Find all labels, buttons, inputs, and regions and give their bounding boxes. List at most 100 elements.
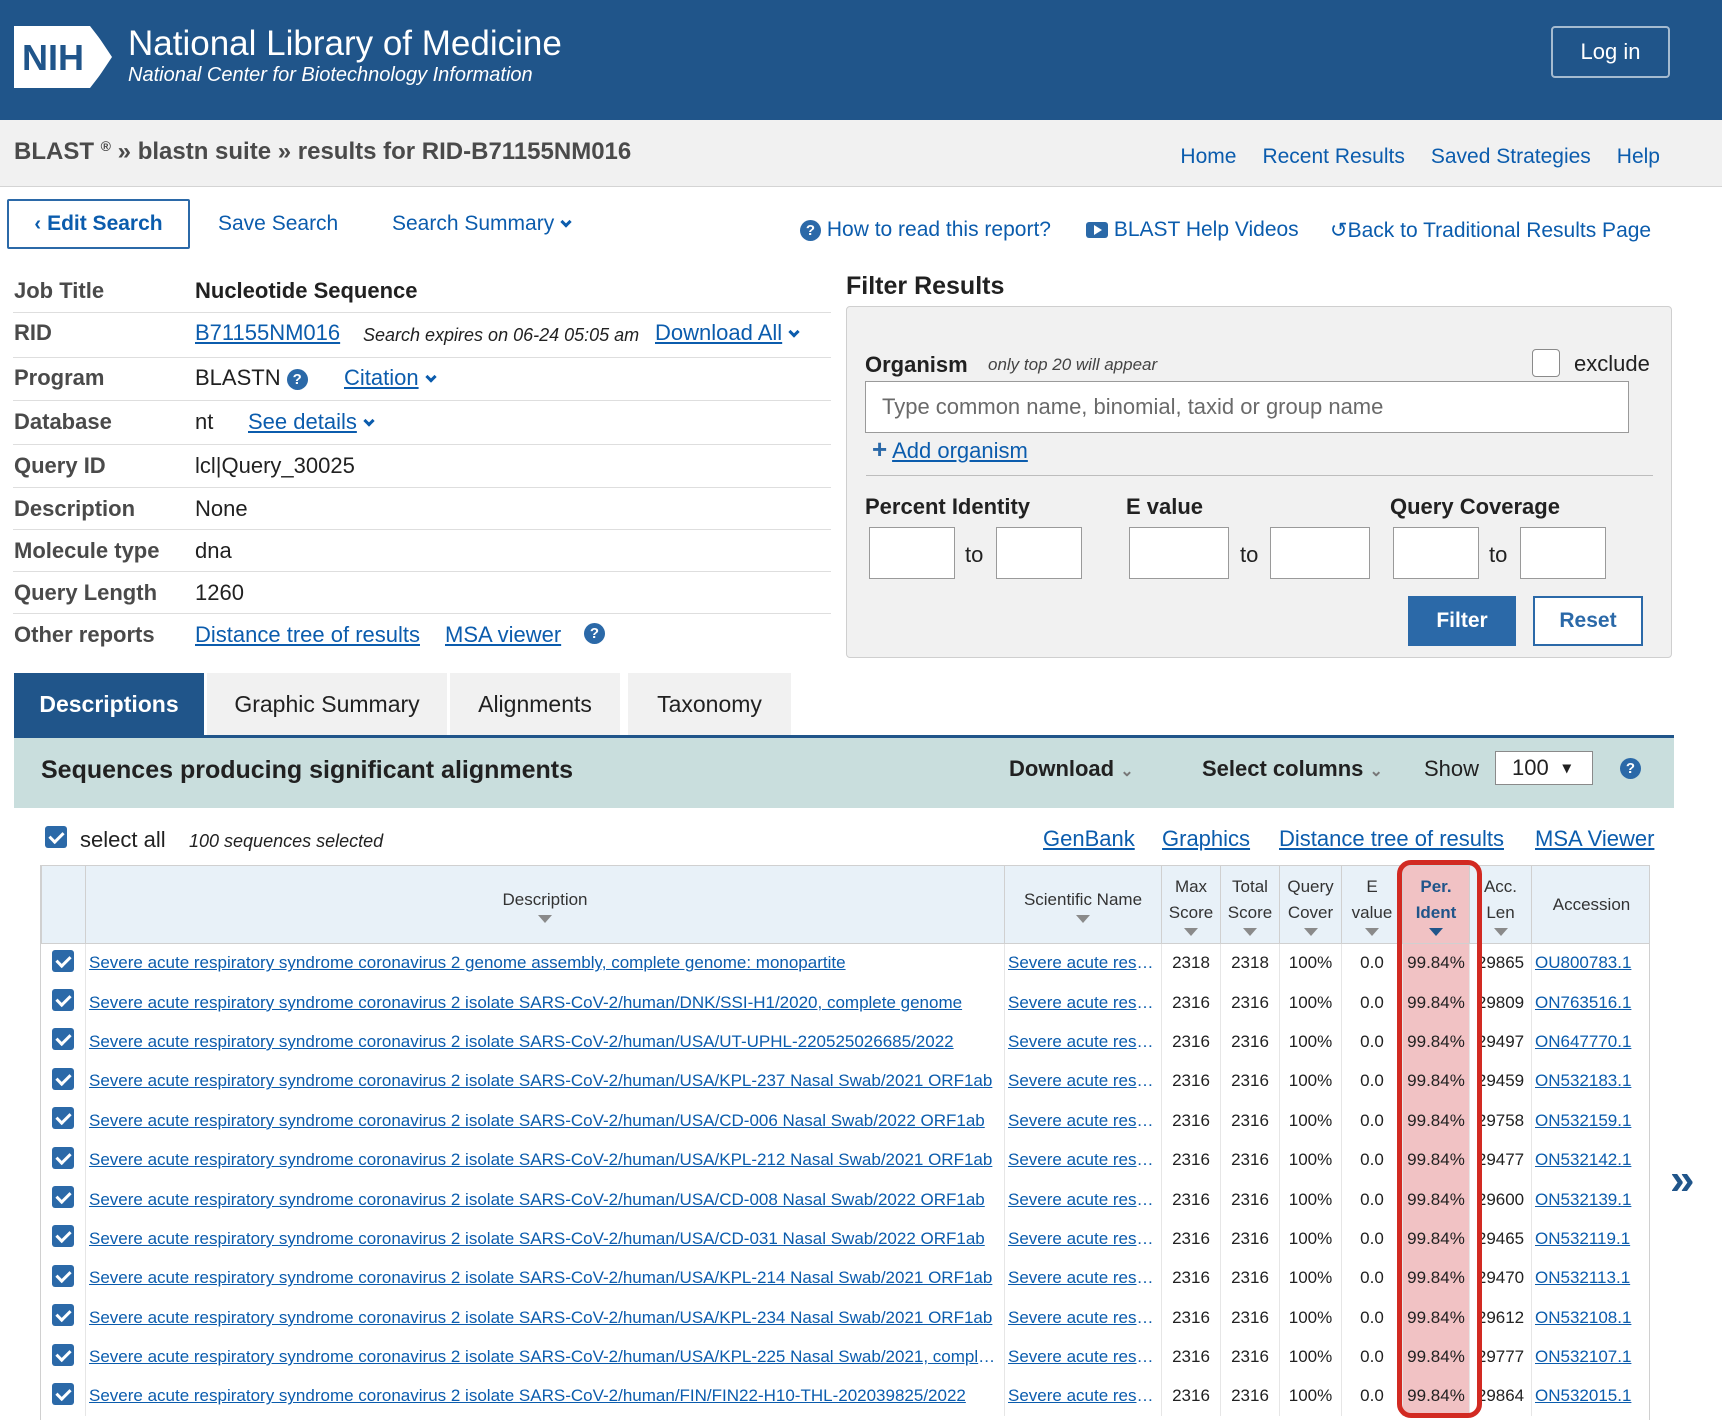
distance-tree-results-link[interactable]: Distance tree of results bbox=[1279, 826, 1504, 852]
percent-identity-min-input[interactable] bbox=[869, 527, 955, 579]
download-dropdown[interactable]: Download ⌄ bbox=[1009, 756, 1134, 782]
cell-accession-link[interactable]: OU800783.1 bbox=[1531, 943, 1649, 983]
cell-accession-link[interactable]: ON532159.1 bbox=[1531, 1101, 1649, 1141]
breadcrumb-blast[interactable]: BLAST bbox=[14, 138, 94, 165]
question-icon[interactable]: ? bbox=[286, 368, 308, 390]
add-organism-link[interactable]: + Add organism bbox=[872, 434, 1028, 465]
cell-select[interactable] bbox=[41, 1337, 86, 1377]
column-header-total-score[interactable]: Total Score bbox=[1220, 865, 1280, 944]
cell-description-link[interactable]: Severe acute respiratory syndrome corona… bbox=[85, 1337, 1005, 1377]
citation-dropdown[interactable]: Citation bbox=[344, 365, 437, 391]
cell-accession-link[interactable]: ON532107.1 bbox=[1531, 1337, 1649, 1377]
cell-scientific-name-link[interactable]: Severe acute respiratory syndrome corona… bbox=[1004, 1101, 1162, 1141]
nav-recent-results[interactable]: Recent Results bbox=[1262, 145, 1404, 169]
row-checkbox[interactable] bbox=[52, 989, 75, 1012]
cell-scientific-name-link[interactable]: Severe acute respiratory syndrome corona… bbox=[1004, 982, 1162, 1023]
nav-saved-strategies[interactable]: Saved Strategies bbox=[1431, 145, 1591, 169]
row-checkbox[interactable] bbox=[52, 1382, 75, 1405]
cell-accession-link[interactable]: ON532142.1 bbox=[1531, 1140, 1649, 1180]
column-header-scientific-name[interactable]: Scientific Name bbox=[1004, 865, 1162, 944]
cell-accession-link[interactable]: ON532183.1 bbox=[1531, 1061, 1649, 1102]
column-header-evalue[interactable]: Evalue bbox=[1341, 865, 1403, 944]
cell-description-link[interactable]: Severe acute respiratory syndrome corona… bbox=[85, 982, 1005, 1023]
row-checkbox[interactable] bbox=[52, 1107, 75, 1130]
row-checkbox[interactable] bbox=[52, 1264, 75, 1287]
cell-description-link[interactable]: Severe acute respiratory syndrome corona… bbox=[85, 943, 1005, 983]
help-videos-link[interactable]: BLAST Help Videos bbox=[1086, 218, 1299, 242]
cell-scientific-name-link[interactable]: Severe acute respiratory syndrome corona… bbox=[1004, 1219, 1162, 1259]
back-traditional-link[interactable]: ↺Back to Traditional Results Page bbox=[1330, 218, 1651, 243]
see-details-dropdown[interactable]: See details bbox=[248, 409, 375, 435]
rid-link[interactable]: B71155NM016 bbox=[195, 320, 340, 346]
row-checkbox[interactable] bbox=[52, 1186, 75, 1209]
cell-description-link[interactable]: Severe acute respiratory syndrome corona… bbox=[85, 1179, 1005, 1220]
column-header-accession[interactable]: Accession bbox=[1531, 865, 1649, 944]
cell-select[interactable] bbox=[41, 1298, 86, 1338]
select-all-checkbox[interactable] bbox=[45, 826, 67, 853]
cell-select[interactable] bbox=[41, 943, 86, 983]
column-header-description[interactable]: Description bbox=[85, 865, 1005, 944]
show-count-select[interactable]: 100 ▾ bbox=[1495, 751, 1593, 785]
cell-accession-link[interactable]: ON647770.1 bbox=[1531, 1022, 1649, 1062]
exclude-checkbox[interactable] bbox=[1532, 349, 1560, 377]
cell-scientific-name-link[interactable]: Severe acute respiratory syndrome corona… bbox=[1004, 1376, 1162, 1417]
cell-accession-link[interactable]: ON532108.1 bbox=[1531, 1298, 1649, 1338]
cell-scientific-name-link[interactable]: Severe acute respiratory syndrome corona… bbox=[1004, 1337, 1162, 1377]
query-coverage-max-input[interactable] bbox=[1520, 527, 1606, 579]
evalue-min-input[interactable] bbox=[1129, 527, 1229, 579]
tab-descriptions[interactable]: Descriptions bbox=[14, 673, 204, 735]
row-checkbox[interactable] bbox=[52, 1067, 75, 1090]
breadcrumb-suite[interactable]: blastn suite bbox=[138, 138, 271, 165]
download-all-dropdown[interactable]: Download All bbox=[655, 320, 800, 346]
cell-select[interactable] bbox=[41, 1258, 86, 1299]
row-checkbox[interactable] bbox=[52, 1146, 75, 1169]
save-search-link[interactable]: Save Search bbox=[218, 212, 338, 236]
how-to-read-link[interactable]: ? How to read this report? bbox=[800, 218, 1051, 242]
filter-button[interactable]: Filter bbox=[1408, 596, 1516, 646]
select-columns-dropdown[interactable]: Select columns ⌄ bbox=[1202, 756, 1383, 782]
msa-viewer-results-link[interactable]: MSA Viewer bbox=[1535, 826, 1654, 852]
cell-select[interactable] bbox=[41, 1219, 86, 1259]
next-page-icon[interactable]: » bbox=[1670, 1155, 1694, 1205]
cell-select[interactable] bbox=[41, 1179, 86, 1220]
row-checkbox[interactable] bbox=[52, 1304, 75, 1327]
distance-tree-link[interactable]: Distance tree of results bbox=[195, 622, 420, 648]
cell-description-link[interactable]: Severe acute respiratory syndrome corona… bbox=[85, 1140, 1005, 1180]
cell-scientific-name-link[interactable]: Severe acute respiratory syndrome corona… bbox=[1004, 1179, 1162, 1220]
tab-alignments[interactable]: Alignments bbox=[450, 673, 620, 735]
cell-accession-link[interactable]: ON532139.1 bbox=[1531, 1179, 1649, 1220]
row-checkbox[interactable] bbox=[52, 1028, 75, 1051]
cell-accession-link[interactable]: ON532119.1 bbox=[1531, 1219, 1649, 1259]
cell-scientific-name-link[interactable]: Severe acute respiratory syndrome corona… bbox=[1004, 1061, 1162, 1102]
site-title[interactable]: National Library of Medicine bbox=[128, 24, 562, 64]
cell-accession-link[interactable]: ON532015.1 bbox=[1531, 1376, 1649, 1417]
row-checkbox[interactable] bbox=[52, 1225, 75, 1248]
cell-description-link[interactable]: Severe acute respiratory syndrome corona… bbox=[85, 1258, 1005, 1299]
graphics-link[interactable]: Graphics bbox=[1162, 826, 1250, 852]
question-icon[interactable]: ? bbox=[584, 623, 605, 644]
cell-description-link[interactable]: Severe acute respiratory syndrome corona… bbox=[85, 1022, 1005, 1062]
login-button[interactable]: Log in bbox=[1551, 26, 1670, 78]
cell-select[interactable] bbox=[41, 982, 86, 1023]
column-header-max-score[interactable]: Max Score bbox=[1161, 865, 1221, 944]
nav-help[interactable]: Help bbox=[1617, 145, 1660, 169]
cell-description-link[interactable]: Severe acute respiratory syndrome corona… bbox=[85, 1219, 1005, 1259]
cell-description-link[interactable]: Severe acute respiratory syndrome corona… bbox=[85, 1298, 1005, 1338]
cell-accession-link[interactable]: ON763516.1 bbox=[1531, 982, 1649, 1023]
evalue-max-input[interactable] bbox=[1270, 527, 1370, 579]
edit-search-button[interactable]: ‹ Edit Search bbox=[7, 199, 190, 249]
nih-logo[interactable]: NIH bbox=[14, 26, 114, 88]
cell-scientific-name-link[interactable]: Severe acute respiratory syndrome corona… bbox=[1004, 943, 1162, 983]
cell-select[interactable] bbox=[41, 1140, 86, 1180]
organism-input[interactable]: Type common name, binomial, taxid or gro… bbox=[865, 381, 1629, 433]
tab-graphic-summary[interactable]: Graphic Summary bbox=[207, 673, 447, 735]
cell-accession-link[interactable]: ON532113.1 bbox=[1531, 1258, 1649, 1299]
cell-scientific-name-link[interactable]: Severe acute respiratory syndrome corona… bbox=[1004, 1298, 1162, 1338]
cell-select[interactable] bbox=[41, 1101, 86, 1141]
question-icon[interactable]: ? bbox=[1620, 758, 1641, 779]
percent-identity-max-input[interactable] bbox=[996, 527, 1082, 579]
cell-description-link[interactable]: Severe acute respiratory syndrome corona… bbox=[85, 1061, 1005, 1102]
genbank-link[interactable]: GenBank bbox=[1043, 826, 1135, 852]
reset-button[interactable]: Reset bbox=[1533, 596, 1643, 646]
cell-select[interactable] bbox=[41, 1022, 86, 1062]
